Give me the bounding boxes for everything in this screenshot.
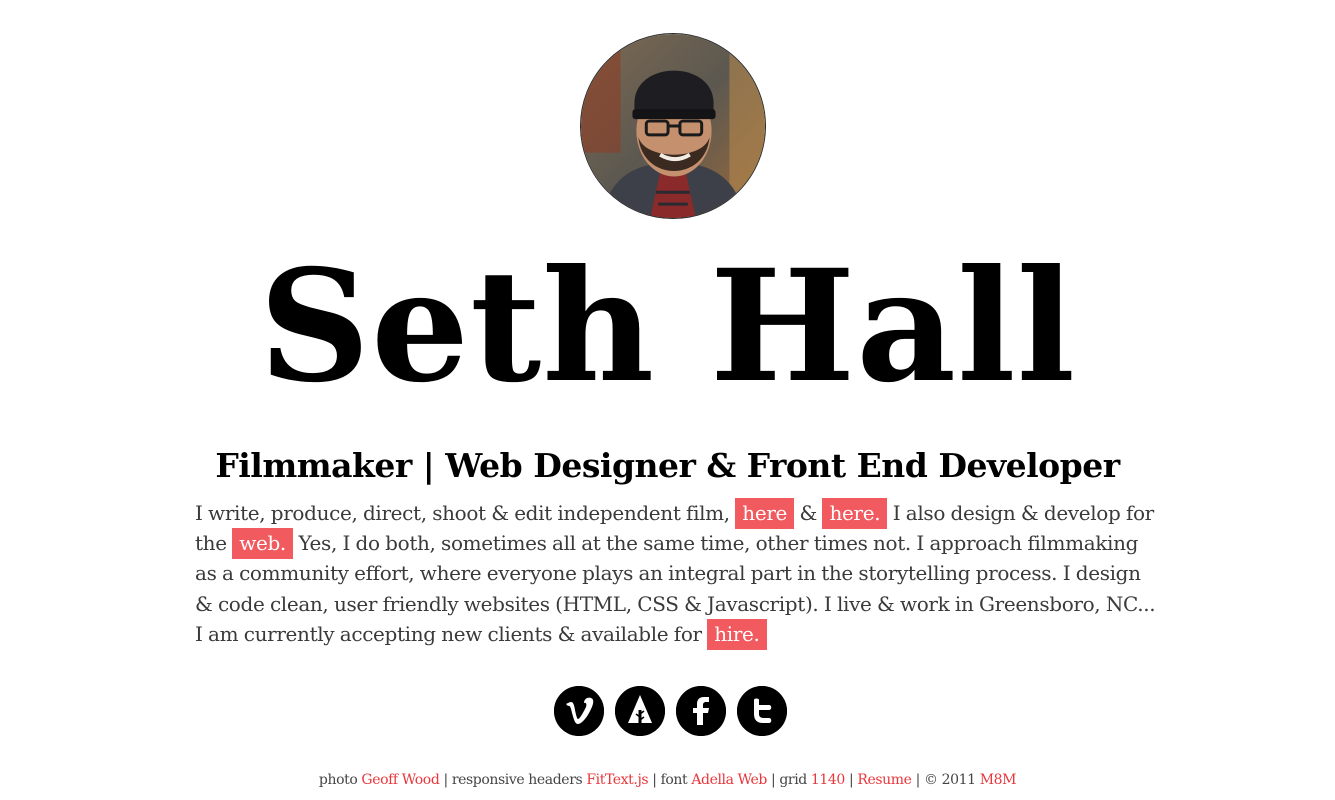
footer-credits: photo Geoff Wood | responsive headers Fi… — [0, 770, 1335, 790]
social-links — [554, 686, 787, 736]
forrst-link[interactable] — [615, 686, 665, 736]
twitter-icon — [737, 686, 787, 736]
hire-link[interactable]: hire. — [707, 618, 767, 650]
footer-text: | responsive headers — [439, 772, 587, 788]
font-link[interactable]: Adella Web — [691, 772, 767, 788]
film-link-here-2[interactable]: here. — [822, 498, 888, 529]
facebook-link[interactable] — [676, 686, 726, 736]
vimeo-icon — [554, 686, 604, 736]
footer-text: | © 2011 — [911, 772, 980, 788]
m8m-link[interactable]: M8M — [980, 772, 1017, 788]
footer-text: photo — [318, 772, 362, 788]
forrst-icon — [615, 686, 665, 736]
photo-credit-link[interactable]: Geoff Wood — [361, 772, 439, 788]
vimeo-link[interactable] — [554, 686, 604, 736]
grid-link[interactable]: 1140 — [811, 772, 845, 788]
footer-text: | grid — [766, 772, 811, 788]
footer-text: | font — [648, 772, 692, 788]
facebook-icon — [676, 686, 726, 736]
twitter-link[interactable] — [737, 686, 787, 736]
tagline: Filmmaker | Web Designer & Front End Dev… — [215, 446, 1120, 485]
fittext-link[interactable]: FitText.js — [586, 772, 648, 788]
bio-paragraph: I write, produce, direct, shoot & edit i… — [195, 498, 1157, 650]
bio-text: & — [794, 501, 823, 525]
bio-text: I write, produce, direct, shoot & edit i… — [195, 501, 736, 525]
avatar — [580, 33, 766, 219]
bio-text: Yes, I do both, sometimes all at the sam… — [195, 531, 1156, 646]
web-link[interactable]: web. — [232, 528, 293, 560]
footer-text: | — [844, 772, 858, 788]
site-title: Seth Hall — [258, 236, 1077, 417]
film-link-here-1[interactable]: here — [735, 498, 795, 529]
profile-photo — [581, 34, 765, 218]
resume-link[interactable]: Resume — [857, 772, 912, 788]
